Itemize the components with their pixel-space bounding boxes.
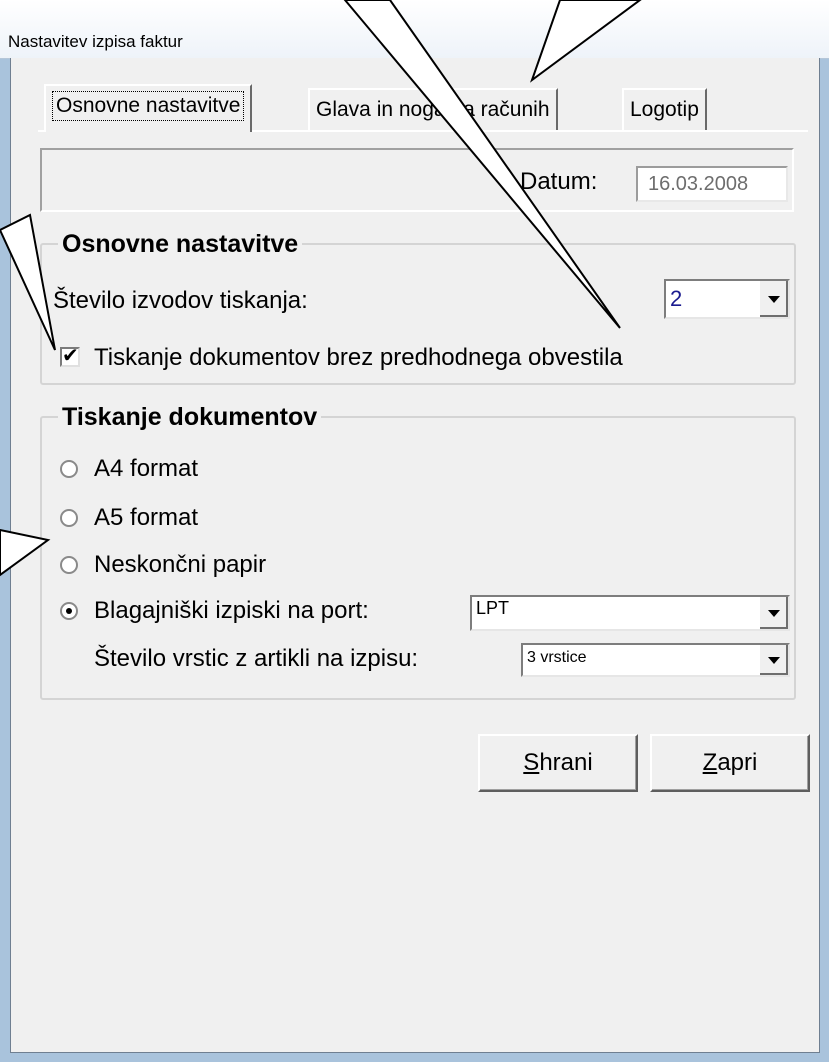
title-bar: Nastavitev izpisa faktur bbox=[0, 0, 829, 59]
tab-header-footer[interactable]: Glava in noga na računih bbox=[308, 88, 558, 130]
no-prompt-label: Tiskanje dokumentov brez predhodnega obv… bbox=[94, 344, 623, 371]
basic-settings-title: Osnovne nastavitve bbox=[58, 230, 303, 259]
datum-value: 16.03.2008 bbox=[648, 173, 749, 195]
datum-label: Datum: bbox=[520, 168, 598, 195]
close-button[interactable]: Zapri bbox=[650, 734, 810, 792]
chevron-down-icon[interactable] bbox=[758, 597, 788, 629]
radio-continuous-paper[interactable] bbox=[60, 556, 78, 574]
check-icon: ✔ bbox=[62, 345, 79, 367]
window-title: Nastavitev izpisa faktur bbox=[8, 32, 183, 51]
chevron-down-icon[interactable] bbox=[758, 645, 788, 675]
tab-logo[interactable]: Logotip bbox=[622, 88, 707, 130]
radio-cash-register-port[interactable] bbox=[60, 602, 78, 620]
tab-label: Glava in noga na računih bbox=[316, 98, 550, 121]
copies-dropdown[interactable]: 2 bbox=[664, 279, 790, 319]
radio-port-label: Blagajniški izpiski na port: bbox=[94, 597, 369, 624]
copies-label: Število izvodov tiskanja: bbox=[53, 287, 308, 314]
chevron-down-icon[interactable] bbox=[758, 281, 788, 317]
save-button[interactable]: Shrani bbox=[478, 734, 638, 792]
rows-label: Število vrstic z artikli na izpisu: bbox=[94, 645, 419, 672]
radio-a4-label: A4 format bbox=[94, 455, 199, 482]
datum-field[interactable]: 16.03.2008 bbox=[636, 166, 788, 202]
no-prompt-checkbox[interactable]: ✔ bbox=[60, 345, 80, 367]
print-documents-title: Tiskanje dokumentov bbox=[58, 403, 322, 432]
tab-label: Logotip bbox=[630, 98, 699, 121]
radio-continuous-label: Neskončni papir bbox=[94, 551, 267, 578]
radio-a4[interactable] bbox=[60, 460, 78, 478]
copies-value: 2 bbox=[670, 286, 683, 311]
tab-label: Osnovne nastavitve bbox=[52, 91, 245, 121]
rows-dropdown[interactable]: 3 vrstice bbox=[521, 643, 790, 677]
port-value: LPT bbox=[476, 598, 510, 618]
radio-a5[interactable] bbox=[60, 509, 78, 527]
port-dropdown[interactable]: LPT bbox=[470, 595, 790, 631]
radio-a5-label: A5 format bbox=[94, 504, 199, 531]
tab-basic-settings[interactable]: Osnovne nastavitve bbox=[44, 84, 253, 132]
rows-value: 3 vrstice bbox=[527, 649, 587, 666]
